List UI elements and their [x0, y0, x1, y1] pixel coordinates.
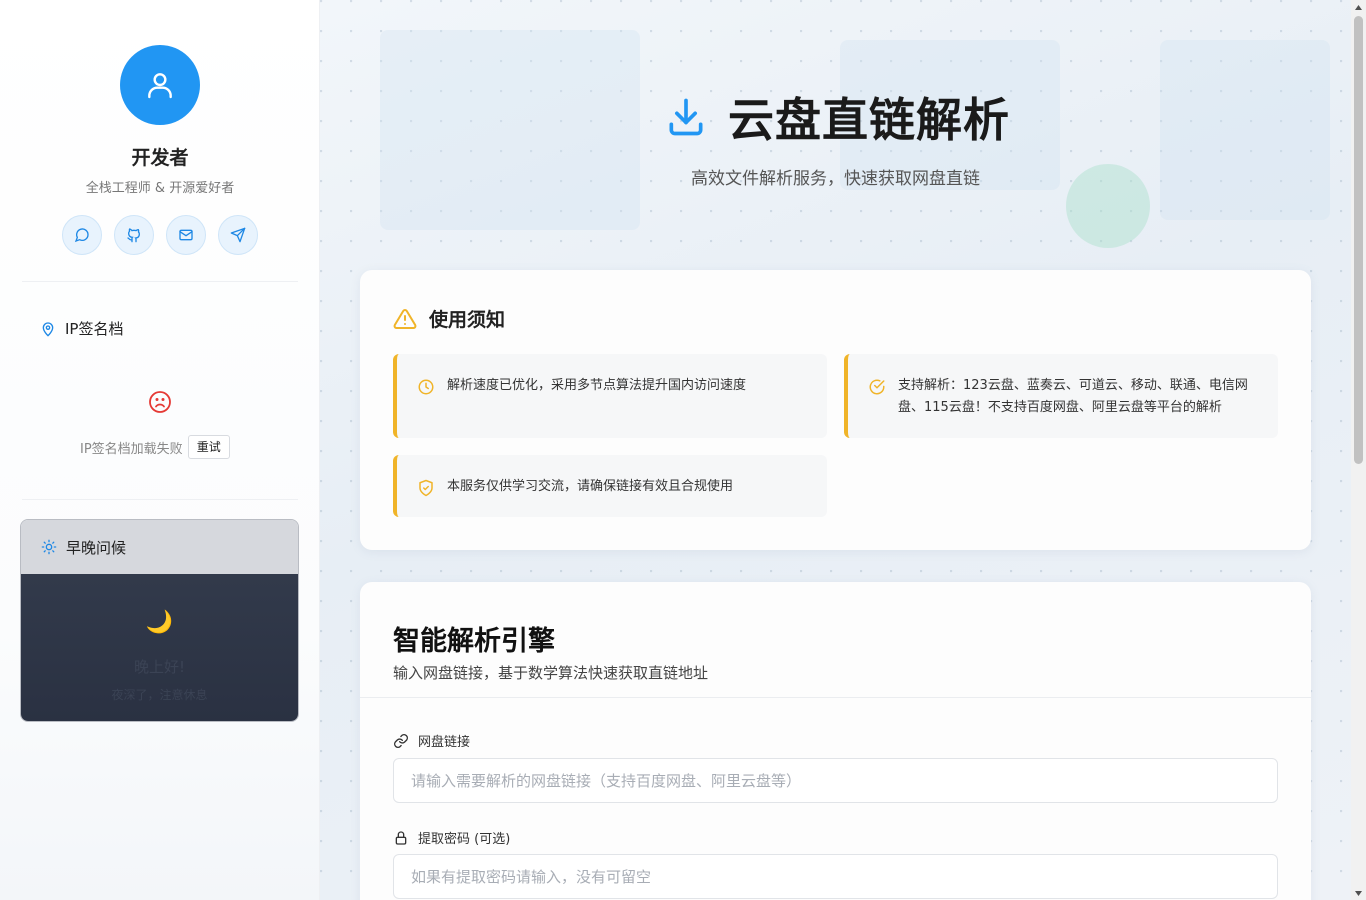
notice-item-text: 解析速度已优化，采用多节点算法提升国内访问速度 — [447, 378, 747, 393]
notice-item: 支持解析：123云盘、蓝奏云、可道云、移动、联通、电信网盘、115云盘！不支持百… — [844, 354, 1278, 438]
notice-item: 解析速度已优化，采用多节点算法提升国内访问速度 — [393, 354, 827, 438]
user-icon — [148, 73, 172, 99]
profile-subtitle: 全栈工程师 & 开源爱好者 — [85, 181, 235, 196]
scroll-up-arrow[interactable] — [1351, 0, 1366, 14]
shield-check-icon — [419, 479, 433, 497]
send-icon — [230, 227, 246, 243]
notice-title: 使用须知 — [429, 309, 506, 331]
sidebar-divider — [22, 499, 298, 500]
greeting-title: 早晚问候 — [66, 538, 127, 557]
sun-icon — [41, 539, 57, 555]
page-subtitle: 高效文件解析服务，快速获取网盘直链 — [691, 169, 980, 189]
notice-item-text: 本服务仅供学习交流，请确保链接有效且合规使用 — [447, 479, 734, 494]
github-button[interactable] — [114, 215, 154, 255]
link-icon — [394, 733, 408, 748]
github-icon — [127, 228, 141, 243]
notice-item-text: 支持解析：123云盘、蓝奏云、可道云、移动、联通、电信网盘、115云盘！不支持百… — [898, 378, 1248, 415]
background-decoration — [1160, 40, 1330, 220]
ip-section-title: IP签名档 — [65, 320, 124, 338]
warning-icon — [393, 308, 417, 329]
link-input[interactable] — [393, 758, 1278, 803]
greeting-body: 🌙 晚上好! 夜深了，注意休息 — [21, 574, 298, 721]
avatar[interactable] — [120, 45, 200, 125]
link-label-text: 网盘链接 — [418, 735, 471, 750]
parse-engine-card: 智能解析引擎 输入网盘链接，基于数学算法快速获取直链地址 网盘链接 提取密码 (… — [360, 582, 1311, 900]
chat-button[interactable] — [62, 215, 102, 255]
greeting-header[interactable]: 早晚问候 — [21, 520, 298, 574]
scrollbar-thumb[interactable] — [1354, 16, 1363, 464]
profile-name: 开发者 — [131, 147, 189, 169]
ip-error-text: IP签名档加载失败 — [80, 441, 183, 457]
notice-card: 使用须知 解析速度已优化，采用多节点算法提升国内访问速度 支持解析：123云盘、… — [360, 270, 1311, 550]
hero-title: 云盘直链解析 — [664, 84, 1010, 150]
engine-divider — [360, 697, 1311, 698]
send-button[interactable] — [218, 215, 258, 255]
greeting-message: 晚上好! — [133, 658, 185, 676]
password-label-text: 提取密码 (可选) — [418, 832, 511, 847]
password-input[interactable] — [393, 854, 1278, 899]
scrollbar[interactable] — [1351, 0, 1366, 900]
engine-title: 智能解析引擎 — [393, 626, 555, 657]
social-links — [62, 215, 258, 255]
check-circle-icon — [869, 379, 885, 395]
mail-icon — [179, 229, 193, 241]
sidebar-divider — [22, 281, 298, 282]
retry-button[interactable]: 重试 — [187, 435, 230, 459]
notice-item: 本服务仅供学习交流，请确保链接有效且合规使用 — [393, 455, 827, 517]
ip-error: IP签名档加载失败 重试 — [80, 435, 230, 459]
location-pin-icon — [42, 321, 54, 337]
scroll-down-arrow[interactable] — [1351, 886, 1366, 900]
ip-section-header: IP签名档 — [40, 318, 123, 339]
sad-face-icon — [148, 390, 172, 418]
mail-button[interactable] — [166, 215, 206, 255]
download-icon — [669, 98, 703, 136]
chat-icon — [74, 228, 89, 243]
greeting-note: 夜深了，注意休息 — [111, 688, 208, 702]
greeting-card: 早晚问候 🌙 晚上好! 夜深了，注意休息 — [20, 519, 299, 722]
background-decoration — [380, 30, 640, 230]
engine-subtitle: 输入网盘链接，基于数学算法快速获取直链地址 — [393, 664, 709, 682]
link-field-label: 网盘链接 — [393, 731, 470, 750]
password-field-label: 提取密码 (可选) — [393, 828, 510, 847]
lock-icon — [395, 830, 407, 845]
page-title: 云盘直链解析 — [728, 93, 1010, 147]
moon-icon: 🌙 — [145, 610, 174, 635]
main-content: 云盘直链解析 高效文件解析服务，快速获取网盘直链 使用须知 解析速度已优化，采用… — [320, 0, 1351, 900]
notice-header: 使用须知 — [393, 305, 505, 332]
clock-icon — [418, 379, 434, 395]
sidebar: 开发者 全栈工程师 & 开源爱好者 IP签名档 IP签名档加载失败 重试 早晚问… — [0, 0, 320, 900]
